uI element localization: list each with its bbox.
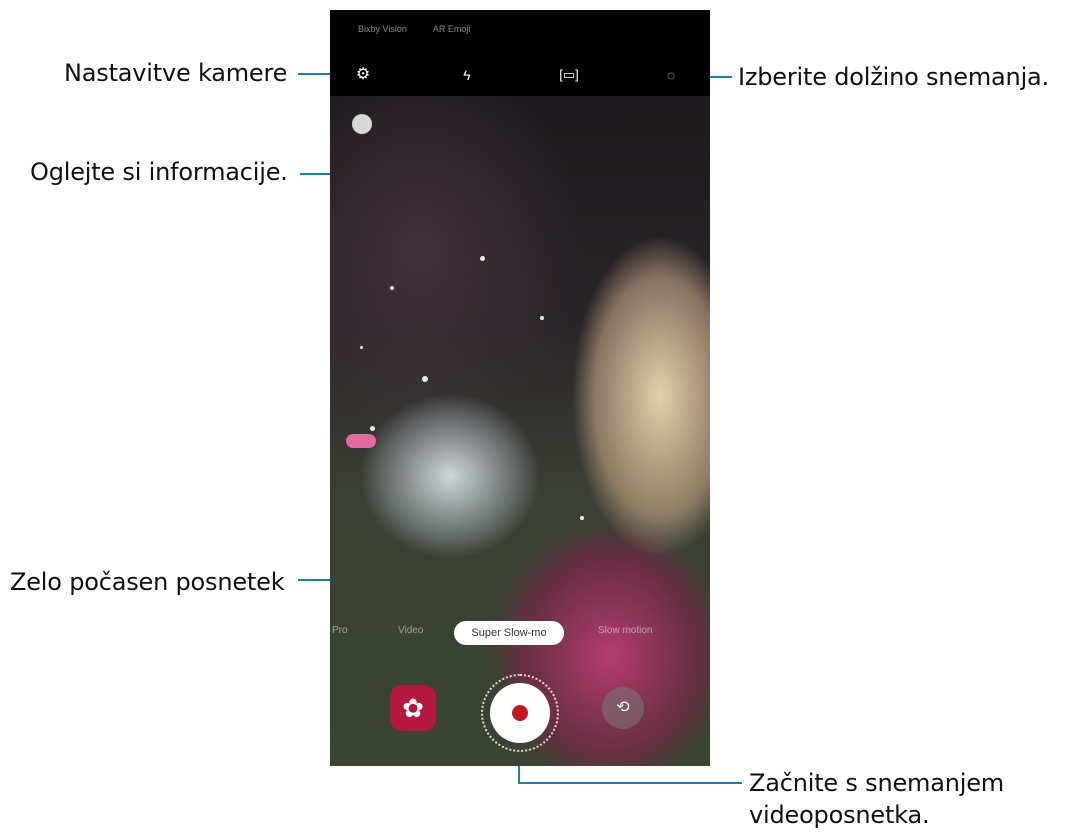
info-button[interactable] bbox=[352, 114, 372, 134]
switch-camera-icon[interactable]: ⟲ bbox=[602, 687, 644, 729]
callout-super-slow: Zelo počasen posnetek bbox=[10, 568, 285, 596]
auto-detect-icon[interactable]: [▭] bbox=[556, 62, 582, 88]
flash-off-icon[interactable]: ϟ bbox=[454, 62, 480, 88]
record-button[interactable] bbox=[490, 683, 550, 743]
callout-view-info: Oglejte si informacije. bbox=[30, 158, 288, 186]
mode-ar-emoji[interactable]: AR Emoji bbox=[433, 24, 471, 34]
callout-recording-length: Izberite dolžino snemanja. bbox=[738, 63, 1049, 91]
mode-pro[interactable]: Pro bbox=[332, 625, 348, 636]
gear-icon[interactable]: ⚙ bbox=[350, 62, 376, 88]
gallery-icon[interactable]: ✿ bbox=[390, 685, 436, 731]
top-bar: Bixby Vision AR Emoji ⚙ ϟ [▭] ◌ bbox=[330, 10, 710, 96]
record-icon bbox=[512, 705, 528, 721]
callout-line-record-h bbox=[518, 782, 742, 784]
callout-start-recording-2: videoposnetka. bbox=[749, 801, 930, 829]
mode-super-slow-mo[interactable]: Super Slow-mo bbox=[454, 621, 564, 645]
mode-slow-motion[interactable]: Slow motion bbox=[598, 625, 652, 636]
callout-camera-settings: Nastavitve kamere bbox=[64, 59, 288, 87]
mode-bixby-vision[interactable]: Bixby Vision bbox=[358, 24, 407, 34]
camera-preview bbox=[330, 96, 710, 766]
camera-screen: Bixby Vision AR Emoji ⚙ ϟ [▭] ◌ Pro Vide… bbox=[330, 10, 710, 766]
recording-length-icon[interactable]: ◌ bbox=[658, 62, 684, 88]
mode-video[interactable]: Video bbox=[398, 625, 423, 636]
callout-start-recording-1: Začnite s snemanjem bbox=[749, 769, 1004, 797]
mode-strip: Pro Video Super Slow-mo Slow motion bbox=[330, 621, 710, 645]
